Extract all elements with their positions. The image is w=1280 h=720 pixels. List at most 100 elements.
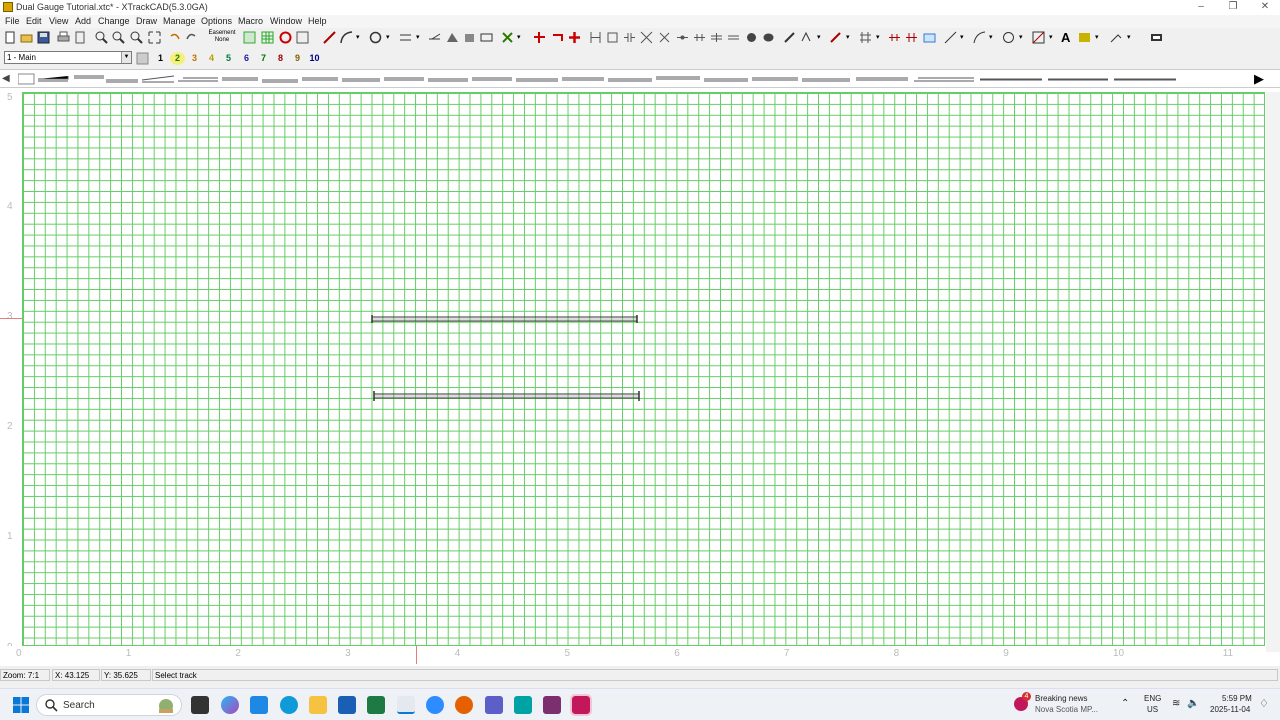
ruler-icon[interactable] xyxy=(693,31,706,44)
connect-icon[interactable] xyxy=(606,31,619,44)
layer-button-10[interactable]: 10 xyxy=(307,52,322,65)
windows-start-icon[interactable] xyxy=(12,696,30,714)
chevron-down-icon[interactable]: ▾ xyxy=(876,33,880,41)
menu-draw[interactable]: Draw xyxy=(136,16,157,26)
elevation-icon[interactable] xyxy=(658,31,671,44)
structure-icon[interactable] xyxy=(463,31,476,44)
teams-icon[interactable] xyxy=(485,696,503,714)
switch-motor-icon[interactable] xyxy=(829,31,842,44)
train-icon[interactable] xyxy=(888,31,901,44)
hide-icon[interactable] xyxy=(745,31,758,44)
block-icon[interactable] xyxy=(800,31,813,44)
layer-button-4[interactable]: 4 xyxy=(204,52,219,65)
minimize-button[interactable]: – xyxy=(1186,0,1216,14)
restore-button[interactable]: ❐ xyxy=(1218,0,1248,14)
active-app-icon[interactable] xyxy=(570,694,592,716)
circle-icon[interactable] xyxy=(1002,31,1015,44)
no-entry-icon[interactable] xyxy=(279,31,292,44)
word-icon[interactable] xyxy=(338,696,356,714)
copilot-icon[interactable] xyxy=(221,696,239,714)
chevron-down-icon[interactable]: ▾ xyxy=(356,33,360,41)
split-icon[interactable] xyxy=(623,31,636,44)
menu-file[interactable]: File xyxy=(5,16,20,26)
menu-options[interactable]: Options xyxy=(201,16,232,26)
move-icon[interactable] xyxy=(533,31,546,44)
layer-button-9[interactable]: 9 xyxy=(290,52,305,65)
task-view-icon[interactable] xyxy=(191,696,209,714)
undo-icon[interactable] xyxy=(168,31,181,44)
chevron-down-icon[interactable]: ▾ xyxy=(386,33,390,41)
excel-icon[interactable] xyxy=(367,696,385,714)
taskbar-search[interactable]: Search xyxy=(36,694,182,716)
menu-change[interactable]: Change xyxy=(98,16,130,26)
parallel-track-icon[interactable] xyxy=(399,31,412,44)
redo-icon[interactable] xyxy=(185,31,198,44)
circle-track-icon[interactable] xyxy=(369,31,382,44)
join-icon[interactable] xyxy=(589,31,602,44)
zoom-app-icon[interactable] xyxy=(426,696,444,714)
split-track-icon[interactable] xyxy=(640,31,653,44)
file-explorer-icon[interactable] xyxy=(309,696,327,714)
language-label[interactable]: ENG xyxy=(1144,694,1161,703)
chevron-down-icon[interactable]: ▾ xyxy=(517,33,521,41)
clock-time[interactable]: 5:59 PM xyxy=(1222,694,1252,703)
menu-manage[interactable]: Manage xyxy=(163,16,196,26)
layer-button-1[interactable]: 1 xyxy=(153,52,168,65)
layout-canvas[interactable]: 5 4 3 2 1 0 0 1 2 3 4 5 6 7 8 9 10 11 xyxy=(0,88,1280,666)
zoom-in-icon[interactable] xyxy=(95,31,108,44)
text-tool-icon[interactable]: A xyxy=(1061,30,1070,45)
chevron-up-icon[interactable]: ⌃ xyxy=(1121,698,1129,709)
open-folder-icon[interactable] xyxy=(20,31,33,44)
arc-icon[interactable] xyxy=(973,31,986,44)
track-segments[interactable] xyxy=(368,314,643,406)
hotbar-right-arrow[interactable]: ▶ xyxy=(1254,71,1264,87)
measure-icon[interactable] xyxy=(1110,31,1123,44)
tunnel-icon[interactable] xyxy=(727,31,740,44)
grid-icon[interactable] xyxy=(261,31,274,44)
delete-icon[interactable] xyxy=(501,31,514,44)
close-button[interactable]: ✕ xyxy=(1250,0,1280,14)
chevron-down-icon[interactable]: ▾ xyxy=(416,33,420,41)
exit-icon[interactable] xyxy=(1150,31,1163,44)
track-segment-lower[interactable] xyxy=(373,391,640,401)
line-icon[interactable] xyxy=(944,31,957,44)
car-icon[interactable] xyxy=(480,31,493,44)
clock-date[interactable]: 2025-11-04 xyxy=(1210,705,1250,714)
layer-button-6[interactable]: 6 xyxy=(239,52,254,65)
straight-track-icon[interactable] xyxy=(323,31,336,44)
menu-add[interactable]: Add xyxy=(75,16,91,26)
store-icon[interactable] xyxy=(250,696,268,714)
print-preview-icon[interactable] xyxy=(74,31,87,44)
news-subtitle[interactable]: Nova Scotia MP... xyxy=(1035,705,1098,714)
chevron-down-icon[interactable]: ▾ xyxy=(1049,33,1053,41)
menu-macro[interactable]: Macro xyxy=(238,16,263,26)
grid[interactable] xyxy=(22,92,1265,646)
turntable-icon[interactable] xyxy=(446,31,459,44)
app-icon[interactable] xyxy=(514,696,532,714)
vertical-scrollbar[interactable] xyxy=(1266,92,1280,652)
chevron-down-icon[interactable]: ▾ xyxy=(989,33,993,41)
rotate-icon[interactable] xyxy=(551,31,564,44)
note-icon[interactable] xyxy=(1078,31,1091,44)
wifi-icon[interactable]: ≋ xyxy=(1172,698,1180,709)
box-icon[interactable] xyxy=(1032,31,1045,44)
layer-button-3[interactable]: 3 xyxy=(187,52,202,65)
chevron-down-icon[interactable]: ▾ xyxy=(817,33,821,41)
hotbar-track-pieces[interactable] xyxy=(18,72,1252,87)
zoom-extents-icon[interactable] xyxy=(148,31,161,44)
layer-dropdown[interactable]: 1 - Main ▼ xyxy=(4,51,132,64)
pen-icon[interactable] xyxy=(783,31,796,44)
chevron-down-icon[interactable]: ▾ xyxy=(846,33,850,41)
xtrackcad-taskbar-icon[interactable] xyxy=(397,696,415,714)
easement-button[interactable]: Easement None xyxy=(205,30,239,46)
train-run-icon[interactable] xyxy=(905,31,918,44)
layer-button-8[interactable]: 8 xyxy=(273,52,288,65)
layer-settings-icon[interactable] xyxy=(136,52,149,65)
menu-view[interactable]: View xyxy=(49,16,68,26)
region-label[interactable]: US xyxy=(1147,705,1158,714)
volume-icon[interactable]: 🔈 xyxy=(1187,698,1199,709)
turnout-icon[interactable] xyxy=(428,31,441,44)
new-file-icon[interactable] xyxy=(4,31,17,44)
edge-icon[interactable] xyxy=(280,696,298,714)
chevron-down-icon[interactable]: ▾ xyxy=(1019,33,1023,41)
